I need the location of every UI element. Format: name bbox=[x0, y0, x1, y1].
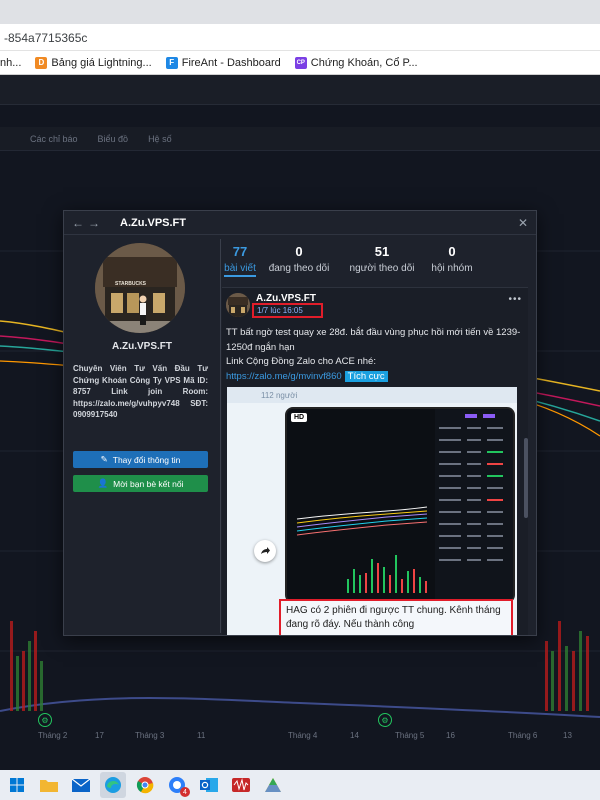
sentiment-badge: Tích cực bbox=[344, 370, 388, 382]
storefront-photo-icon bbox=[226, 293, 250, 317]
file-explorer-icon[interactable] bbox=[36, 772, 62, 798]
outlook-icon[interactable] bbox=[196, 772, 222, 798]
post-link-intro: Link Cộng Đồng Zalo cho ACE nhé: bbox=[226, 356, 376, 367]
storefront-photo-icon bbox=[95, 243, 185, 333]
sound-app-icon[interactable] bbox=[228, 772, 254, 798]
address-bar-url[interactable]: -854a7715365c bbox=[4, 31, 87, 45]
zalo-link[interactable]: https://zalo.me/g/mvinvf860 bbox=[226, 371, 342, 382]
feed-scrollbar[interactable] bbox=[524, 438, 528, 518]
browser-tab-strip bbox=[0, 0, 600, 24]
address-bar[interactable]: -854a7715365c bbox=[0, 24, 600, 51]
tab-followers[interactable]: 51 người theo dõi bbox=[340, 235, 424, 281]
profile-avatar: STARBUCKS bbox=[95, 243, 185, 333]
tab-posts[interactable]: 77 bài viết bbox=[222, 235, 258, 281]
forward-arrow-icon[interactable]: → bbox=[88, 216, 104, 230]
post-body: TT bất ngờ test quay xe 28đ. bắt đầu vùn… bbox=[226, 326, 522, 384]
time-axis: Tháng 2 17 Tháng 3 11 Tháng 4 14 Tháng 5… bbox=[38, 731, 572, 740]
chrome-logo-icon bbox=[136, 777, 154, 794]
post-author-avatar[interactable] bbox=[226, 293, 250, 317]
tab-groups[interactable]: 0 hội nhóm bbox=[424, 235, 480, 281]
chat-app-icon[interactable]: 4 bbox=[164, 772, 190, 798]
triangle-logo-icon bbox=[265, 778, 281, 792]
ratio-menu[interactable]: Hệ số bbox=[148, 134, 172, 144]
chart-toolbar: Các chỉ báo Biểu đồ Hệ số bbox=[0, 127, 600, 151]
chrome-browser-icon[interactable] bbox=[132, 772, 158, 798]
profile-name: A.Zu.VPS.FT bbox=[112, 341, 172, 352]
share-icon[interactable] bbox=[254, 540, 276, 562]
profile-bio: Chuyên Viên Tư Vấn Đầu Tư Chứng Khoán Cô… bbox=[73, 364, 208, 419]
image-caption: HAG có 2 phiên đi ngược TT chung. Kênh t… bbox=[279, 599, 513, 635]
more-options-icon[interactable]: ••• bbox=[508, 294, 522, 305]
chart-event-icon[interactable]: ⚙ bbox=[378, 713, 392, 727]
post-text: TT bất ngờ test quay xe 28đ. bắt đầu vùn… bbox=[226, 327, 521, 353]
back-arrow-icon[interactable]: ← bbox=[72, 216, 88, 230]
bookmark-item-fireant[interactable]: F FireAnt - Dashboard bbox=[165, 56, 281, 69]
avatar-sign-text: STARBUCKS bbox=[115, 281, 147, 287]
waveform-icon bbox=[232, 778, 250, 792]
bookmarks-bar: nh... D Bảng giá Lightning... F FireAnt … bbox=[0, 51, 600, 75]
profile-modal: ← → A.Zu.VPS.FT ✕ STARBUCKS A.Zu.VPS.FT … bbox=[63, 210, 537, 636]
mail-icon[interactable] bbox=[68, 772, 94, 798]
windows-logo-icon bbox=[10, 778, 24, 792]
cp-bookmark-icon: CP bbox=[294, 56, 307, 69]
tab-following[interactable]: 0 đang theo dõi bbox=[258, 235, 340, 281]
post-card: A.Zu.VPS.FT 1/7 lúc 16:05 ••• TT bất ngờ… bbox=[222, 287, 528, 635]
edge-browser-icon[interactable] bbox=[100, 772, 126, 798]
modal-title: A.Zu.VPS.FT bbox=[120, 216, 186, 229]
modal-header: ← → A.Zu.VPS.FT ✕ bbox=[64, 211, 536, 235]
windows-taskbar: 4 bbox=[0, 770, 600, 800]
lightning-bookmark-icon: D bbox=[35, 56, 48, 69]
outlook-logo-icon bbox=[200, 778, 218, 792]
app-toolbar bbox=[0, 75, 600, 105]
post-image[interactable]: 112 người HD HAG có 2 phiên đi ngược TT … bbox=[227, 387, 517, 635]
bookmark-item-lightning[interactable]: D Bảng giá Lightning... bbox=[35, 56, 152, 69]
close-icon[interactable]: ✕ bbox=[518, 216, 528, 230]
notification-badge: 4 bbox=[180, 787, 190, 797]
add-user-icon: 👤 bbox=[97, 478, 109, 488]
edge-logo-icon bbox=[105, 777, 121, 793]
hd-badge: HD bbox=[291, 413, 308, 422]
bookmark-item[interactable]: nh... bbox=[0, 57, 21, 69]
bookmark-item-chung-khoan[interactable]: CP Chứng Khoán, Cổ P... bbox=[294, 56, 418, 69]
feed-panel: 77 bài viết 0 đang theo dõi 51 người the… bbox=[222, 235, 532, 635]
panel-divider bbox=[220, 239, 221, 633]
drive-app-icon[interactable] bbox=[260, 772, 286, 798]
profile-stats: 77 bài viết 0 đang theo dõi 51 người the… bbox=[222, 235, 532, 281]
folder-icon bbox=[40, 780, 58, 792]
envelope-icon bbox=[72, 778, 90, 792]
pencil-icon: ✎ bbox=[100, 454, 108, 464]
invite-friends-button[interactable]: 👤 Mời bạn bè kết nối bbox=[73, 475, 208, 492]
chart-menu[interactable]: Biểu đồ bbox=[98, 134, 129, 144]
stock-chart-thumbnail bbox=[287, 409, 513, 601]
profile-panel: STARBUCKS A.Zu.VPS.FT Chuyên Viên Tư Vấn… bbox=[64, 235, 220, 635]
indicators-menu[interactable]: Các chỉ báo bbox=[30, 134, 78, 144]
chart-event-icon[interactable]: ⚙ bbox=[38, 713, 52, 727]
phone-screenshot: HD bbox=[285, 407, 515, 603]
windows-start-icon[interactable] bbox=[4, 772, 30, 798]
edit-profile-button[interactable]: ✎ Thay đổi thông tin bbox=[73, 451, 208, 468]
share-arrow-icon bbox=[261, 547, 270, 554]
fireant-bookmark-icon: F bbox=[165, 56, 178, 69]
post-timestamp: 1/7 lúc 16:05 bbox=[252, 303, 323, 318]
image-members-count: 112 người bbox=[227, 387, 517, 403]
